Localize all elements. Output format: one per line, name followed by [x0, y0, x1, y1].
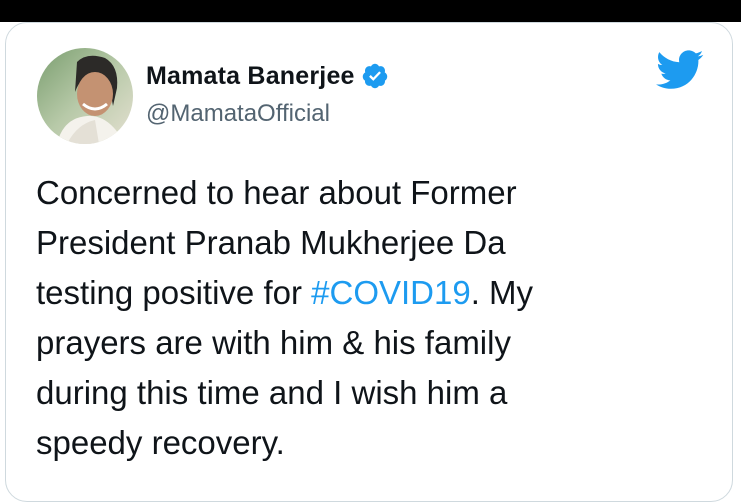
avatar-image — [37, 48, 133, 144]
profile-avatar[interactable] — [37, 48, 133, 144]
tweet-line: testing positive for #COVID19. My — [36, 268, 716, 318]
tweet-line: speedy recovery. — [36, 424, 285, 461]
twitter-bird-icon[interactable] — [656, 48, 704, 90]
hashtag-link[interactable]: #COVID19 — [311, 274, 471, 311]
tweet-line: during this time and I wish him a — [36, 374, 508, 411]
tweet-line: prayers are with him & his family — [36, 324, 511, 361]
tweet-line-text: . My — [470, 274, 534, 311]
status-bar — [0, 0, 741, 22]
author-name-row[interactable]: Mamata Banerjee — [146, 60, 389, 92]
tweet-body: Concerned to hear about Former President… — [36, 168, 716, 468]
author-display-name[interactable]: Mamata Banerjee — [146, 62, 355, 91]
tweet-line: President Pranab Mukherjee Da — [36, 224, 506, 261]
verified-badge-icon — [362, 63, 387, 89]
tweet-line: Concerned to hear about Former — [36, 174, 517, 211]
tweet-line-text: testing positive for — [36, 274, 312, 311]
author-handle[interactable]: @MamataOfficial — [146, 100, 330, 128]
